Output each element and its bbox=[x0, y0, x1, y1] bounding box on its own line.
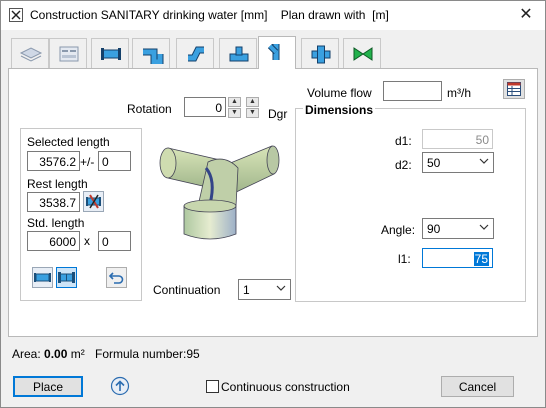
std-length-label: Std. length bbox=[27, 216, 85, 230]
d2-value: 50 bbox=[427, 156, 441, 170]
volume-flow-unit: m³/h bbox=[447, 86, 471, 100]
undo-button[interactable] bbox=[106, 267, 127, 288]
rotation-unit: Dgr bbox=[268, 107, 288, 121]
tab-2[interactable] bbox=[49, 38, 87, 68]
pipe-double-segment-icon bbox=[58, 272, 75, 283]
tab-4[interactable] bbox=[132, 38, 170, 68]
dimensions-title: Dimensions bbox=[303, 103, 376, 117]
rest-length-reset-button[interactable] bbox=[83, 191, 104, 212]
rotation-down-button[interactable]: ▼ bbox=[228, 108, 241, 118]
d1-input[interactable]: 50 bbox=[422, 129, 493, 149]
rotation-step-down-button[interactable]: ▼ bbox=[246, 108, 259, 118]
pipe-tee-icon bbox=[229, 46, 249, 62]
tolerance-sign: +/- bbox=[80, 155, 95, 169]
undo-icon bbox=[108, 272, 124, 284]
area-unit: m² bbox=[70, 347, 85, 361]
l1-value: 75 bbox=[473, 252, 489, 266]
area-readout: Area: 0.00 m² bbox=[12, 347, 85, 361]
rotation-step-up-button[interactable]: ▲ bbox=[246, 97, 259, 107]
form-icon bbox=[59, 46, 79, 62]
volume-flow-label: Volume flow bbox=[307, 86, 372, 100]
table-button[interactable] bbox=[503, 79, 525, 99]
chevron-down-icon bbox=[479, 224, 489, 230]
tab-3[interactable] bbox=[91, 38, 129, 68]
upload-button[interactable] bbox=[110, 376, 130, 396]
formula-number: Formula number:95 bbox=[95, 347, 200, 361]
valve-icon bbox=[353, 47, 373, 61]
pipe-offset-icon bbox=[188, 46, 204, 62]
continuation-label: Continuation bbox=[153, 283, 221, 297]
pipe-branch-icon bbox=[267, 43, 280, 60]
angle-label: Angle: bbox=[381, 223, 416, 237]
window-title: Construction SANITARY drinking water [mm… bbox=[30, 8, 389, 22]
std-length-input[interactable]: 6000 bbox=[27, 231, 80, 251]
selected-length-input[interactable]: 3576.2 bbox=[27, 151, 80, 171]
d2-label: d2: bbox=[395, 158, 412, 172]
place-button[interactable]: Place bbox=[13, 376, 83, 397]
l1-label: l1: bbox=[398, 252, 411, 266]
tab-7[interactable] bbox=[258, 36, 296, 69]
table-icon bbox=[507, 82, 521, 96]
rotation-up-button[interactable]: ▲ bbox=[228, 97, 241, 107]
d1-label: d1: bbox=[395, 134, 412, 148]
volume-flow-input[interactable] bbox=[383, 81, 442, 101]
pipe-full-length-button[interactable] bbox=[56, 267, 77, 288]
layers-icon bbox=[19, 47, 43, 62]
continuation-value: 1 bbox=[243, 283, 250, 297]
std-count-input[interactable]: 0 bbox=[98, 231, 131, 251]
angle-select[interactable]: 90 bbox=[422, 218, 494, 239]
continuous-construction-checkbox[interactable] bbox=[206, 380, 219, 393]
tab-6[interactable] bbox=[219, 38, 257, 68]
arrow-up-circle-icon bbox=[110, 376, 130, 396]
tab-5[interactable] bbox=[176, 38, 214, 68]
d2-select[interactable]: 50 bbox=[422, 152, 494, 173]
tab-8[interactable] bbox=[301, 38, 339, 68]
fitting-preview bbox=[150, 128, 280, 246]
multiply-sign: x bbox=[84, 234, 90, 248]
rotation-label: Rotation bbox=[127, 102, 172, 116]
cancel-button[interactable]: Cancel bbox=[441, 376, 514, 397]
chevron-down-icon bbox=[276, 285, 286, 291]
area-label: Area: bbox=[12, 347, 41, 361]
pipe-segment-icon bbox=[34, 273, 51, 282]
pipe-bend-icon bbox=[143, 48, 164, 64]
tolerance-input[interactable]: 0 bbox=[98, 151, 131, 171]
area-value: 0.00 bbox=[44, 347, 68, 361]
rest-length-input[interactable]: 3538.7 bbox=[27, 192, 80, 212]
tab-9[interactable] bbox=[343, 38, 381, 68]
continuous-construction-label: Continuous construction bbox=[221, 380, 350, 394]
pipe-cross-icon bbox=[311, 45, 331, 64]
rotation-input[interactable]: 0 bbox=[184, 97, 226, 117]
rest-length-label: Rest length bbox=[27, 177, 88, 191]
tab-1[interactable] bbox=[11, 38, 49, 68]
pipe-reset-icon bbox=[86, 194, 101, 209]
selected-length-label: Selected length bbox=[27, 135, 110, 149]
app-icon bbox=[9, 8, 23, 22]
continuation-select[interactable]: 1 bbox=[238, 279, 291, 300]
pipe-segment-icon bbox=[101, 48, 121, 60]
angle-value: 90 bbox=[427, 222, 441, 236]
chevron-down-icon bbox=[479, 158, 489, 164]
l1-input[interactable]: 75 bbox=[422, 248, 493, 268]
close-button[interactable]: ✕ bbox=[514, 4, 538, 26]
pipe-length-button[interactable] bbox=[32, 267, 53, 288]
